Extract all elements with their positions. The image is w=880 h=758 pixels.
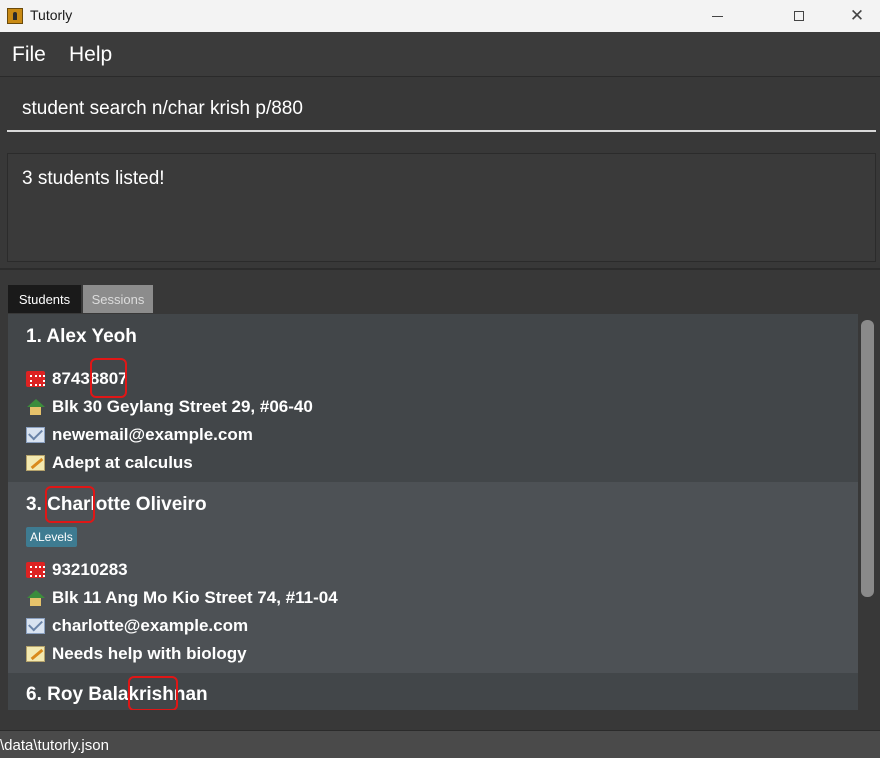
student-card[interactable]: 3. Charlotte Oliveiro ALevels 93210283 B… (8, 482, 858, 673)
phone-icon (26, 371, 45, 387)
student-email-row: charlotte@example.com (26, 616, 248, 636)
status-bar: \data\tutorly.json (0, 730, 880, 758)
student-card[interactable]: 6. Roy Balakrishnan (8, 673, 858, 710)
student-note: Adept at calculus (52, 453, 193, 472)
student-address: Blk 30 Geylang Street 29, #06-40 (52, 397, 313, 416)
close-icon: ✕ (849, 6, 865, 26)
house-icon (26, 399, 45, 415)
student-email-row: newemail@example.com (26, 425, 253, 445)
student-name: 1. Alex Yeoh (26, 326, 137, 347)
phone-icon (26, 562, 45, 578)
menu-help[interactable]: Help (69, 43, 112, 67)
student-tag: ALevels (26, 527, 77, 547)
student-phone: 93210283 (52, 560, 128, 579)
note-icon (26, 646, 45, 662)
divider (0, 268, 880, 270)
student-address-row: Blk 30 Geylang Street 29, #06-40 (26, 397, 313, 417)
window-title: Tutorly (30, 7, 73, 23)
maximize-button[interactable] (776, 0, 822, 32)
command-input[interactable] (7, 87, 876, 132)
tab-students[interactable]: Students (8, 285, 81, 313)
menu-bar: File Help (0, 32, 880, 77)
student-card[interactable]: 1. Alex Yeoh 87438807 Blk 30 Geylang Str… (8, 314, 858, 482)
search-match-highlight (45, 486, 95, 523)
command-box (0, 78, 880, 144)
result-display: 3 students listed! (7, 153, 876, 262)
minimize-button[interactable] (694, 0, 740, 32)
mail-icon (26, 427, 45, 443)
save-file-path: \data\tutorly.json (0, 737, 109, 754)
tab-sessions[interactable]: Sessions (83, 285, 153, 313)
student-note-row: Needs help with biology (26, 644, 247, 664)
student-email: charlotte@example.com (52, 616, 249, 635)
student-phone-row: 93210283 (26, 560, 128, 580)
scrollbar-thumb[interactable] (861, 320, 874, 597)
student-address-row: Blk 11 Ang Mo Kio Street 74, #11-04 (26, 588, 338, 608)
close-button[interactable]: ✕ (834, 0, 880, 32)
window-titlebar: Tutorly ✕ (0, 0, 880, 32)
search-match-highlight (128, 676, 178, 710)
minimize-icon (711, 15, 723, 17)
student-note-row: Adept at calculus (26, 453, 193, 473)
student-note: Needs help with biology (52, 644, 247, 663)
app-icon (7, 8, 23, 24)
search-match-highlight (90, 358, 127, 398)
house-icon (26, 590, 45, 606)
note-icon (26, 455, 45, 471)
student-list[interactable]: 1. Alex Yeoh 87438807 Blk 30 Geylang Str… (8, 314, 858, 710)
student-address: Blk 11 Ang Mo Kio Street 74, #11-04 (52, 588, 338, 607)
maximize-icon (794, 11, 804, 21)
result-message: 3 students listed! (22, 168, 165, 189)
menu-file[interactable]: File (12, 43, 46, 67)
student-name: 6. Roy Balakrishnan (26, 684, 208, 705)
mail-icon (26, 618, 45, 634)
student-email: newemail@example.com (52, 425, 253, 444)
